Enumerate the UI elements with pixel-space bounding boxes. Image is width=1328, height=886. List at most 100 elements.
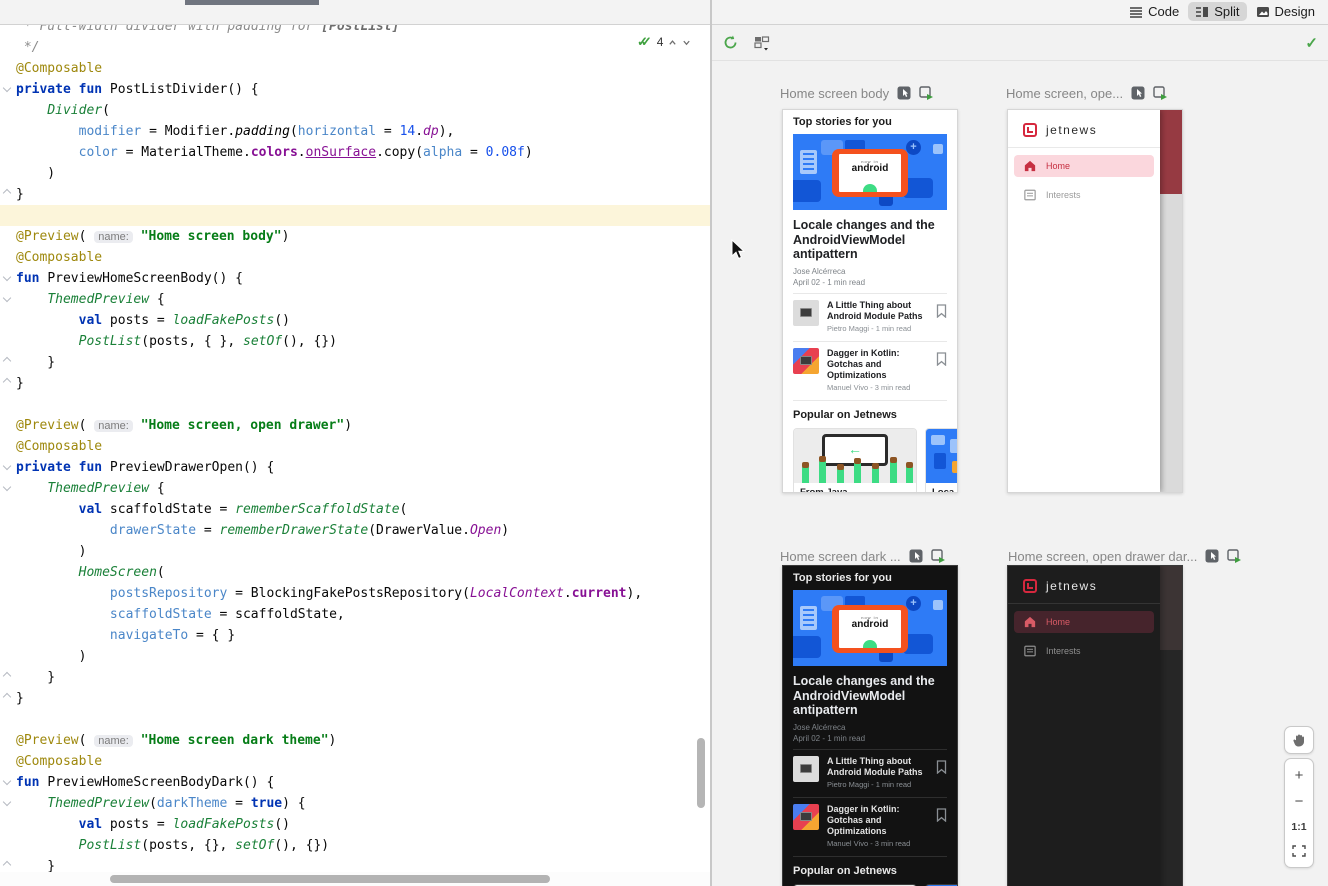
drawer-item-home: Home bbox=[1014, 611, 1154, 633]
refresh-previews-icon[interactable] bbox=[722, 34, 739, 51]
hero-post-meta: April 02 - 1 min read bbox=[793, 734, 947, 743]
preview-header-4: Home screen, open drawer dar... bbox=[1008, 548, 1241, 564]
view-mode-code[interactable]: Code bbox=[1122, 2, 1186, 21]
hero-screen-brand: android bbox=[839, 164, 901, 173]
code-line: fun PreviewHomeScreenBody() { bbox=[0, 268, 710, 289]
code-line: color = MaterialTheme.colors.onSurface.c… bbox=[0, 142, 710, 163]
code-line: postsRepository = BlockingFakePostsRepos… bbox=[0, 583, 710, 604]
code-line: } bbox=[0, 667, 710, 688]
jetnews-logo-text: jetnews bbox=[1046, 123, 1097, 137]
drawer-item-label: Home bbox=[1046, 617, 1070, 627]
code-line: modifier = Modifier.padding(horizontal =… bbox=[0, 121, 710, 142]
phone-shape: now in android bbox=[832, 605, 908, 653]
interactive-mode-icon[interactable] bbox=[897, 86, 911, 100]
editor-horizontal-scrollbar[interactable] bbox=[110, 875, 550, 883]
render-success-icon: ✓ bbox=[1305, 34, 1318, 52]
mouse-cursor bbox=[731, 239, 746, 261]
interactive-mode-icon[interactable] bbox=[1131, 86, 1145, 100]
code-editor[interactable]: * Full-width divider with padding for [P… bbox=[0, 0, 710, 886]
code-line: ThemedPreview { bbox=[0, 478, 710, 499]
phone-shape: now in android bbox=[832, 149, 908, 197]
preview-toolbar: ✓ bbox=[712, 25, 1328, 61]
bubble-shape bbox=[793, 636, 821, 658]
next-problem-icon[interactable] bbox=[682, 38, 691, 47]
square-shape bbox=[933, 600, 943, 610]
zoom-controls: + − 1:1 bbox=[1284, 758, 1314, 868]
code-line: @Preview( name: "Home screen dark theme"… bbox=[0, 730, 710, 751]
drawer-item-label: Interests bbox=[1046, 646, 1081, 656]
feed-list-item: Dagger in Kotlin: Gotchas and Optimizati… bbox=[793, 342, 947, 394]
doc-shape bbox=[800, 150, 817, 174]
view-mode-split[interactable]: Split bbox=[1188, 2, 1246, 21]
preview-thumbnail-drawer[interactable]: jetnews Home Interests bbox=[1007, 565, 1183, 886]
inspections-ok-icon: ✓✓ bbox=[637, 34, 652, 50]
code-line: ) bbox=[0, 541, 710, 562]
design-view-icon bbox=[1256, 5, 1270, 19]
inspection-widget[interactable]: ✓✓ 4 bbox=[637, 34, 691, 50]
hero-screen-brand: android bbox=[839, 620, 901, 629]
home-icon bbox=[1024, 616, 1036, 628]
code-lines: * Full-width divider with padding for [P… bbox=[0, 16, 710, 877]
bubble-shape bbox=[793, 180, 821, 202]
zoom-out-button[interactable]: − bbox=[1295, 795, 1304, 809]
feed-section-popular: Popular on Jetnews bbox=[793, 865, 947, 877]
split-divider[interactable] bbox=[710, 0, 712, 886]
code-line: @Preview( name: "Home screen body") bbox=[0, 226, 710, 247]
code-line: } bbox=[0, 373, 710, 394]
preview-title: Home screen, open drawer dar... bbox=[1008, 549, 1197, 564]
popular-card-illustration: ← bbox=[794, 429, 916, 483]
feed-section-title: Top stories for you bbox=[793, 572, 947, 584]
drawer-item-interests: Interests bbox=[1014, 640, 1154, 662]
navigation-drawer: jetnews Home Interests bbox=[1008, 110, 1160, 492]
post-meta: Manuel Vivo - 3 min read bbox=[827, 383, 928, 392]
interactive-mode-icon[interactable] bbox=[1205, 549, 1219, 563]
code-line: @Composable bbox=[0, 247, 710, 268]
post-title: Dagger in Kotlin: Gotchas and Optimizati… bbox=[827, 804, 928, 837]
interactive-mode-icon[interactable] bbox=[909, 549, 923, 563]
code-line: } bbox=[0, 352, 710, 373]
preview-thumbnail-feed[interactable]: Top stories for you + now in android bbox=[782, 565, 958, 886]
editor-vertical-scrollbar[interactable] bbox=[697, 738, 705, 808]
home-icon bbox=[1024, 160, 1036, 172]
jetnews-logo-icon bbox=[1023, 579, 1037, 593]
preview-thumbnail-feed[interactable]: Top stories for you + now in android bbox=[782, 109, 958, 493]
editor-tab-remnant[interactable] bbox=[185, 0, 319, 5]
post-thumbnail bbox=[793, 348, 819, 374]
popular-card-partial: LocaAndr Jose Al April 0 bbox=[925, 428, 958, 494]
preview-title: Home screen dark ... bbox=[780, 549, 901, 564]
plus-circle-shape: + bbox=[906, 140, 921, 155]
run-preview-icon[interactable] bbox=[919, 86, 933, 100]
preview-thumbnail-drawer[interactable]: jetnews Home Interests bbox=[1007, 109, 1183, 493]
code-line bbox=[0, 394, 710, 415]
code-line: ThemedPreview { bbox=[0, 289, 710, 310]
preview-canvas[interactable]: Home screen body Home screen, ope... Hom… bbox=[712, 61, 1328, 886]
feed-list-item: A Little Thing about Android Module Path… bbox=[793, 294, 947, 335]
view-mode-switcher: Code Split Design bbox=[1122, 2, 1322, 21]
post-meta: Manuel Vivo - 3 min read bbox=[827, 839, 928, 848]
popular-card2-line1: Loca bbox=[932, 487, 954, 494]
run-preview-icon[interactable] bbox=[1227, 549, 1241, 563]
preview-title: Home screen, ope... bbox=[1006, 86, 1123, 101]
code-line: fun PreviewHomeScreenBodyDark() { bbox=[0, 772, 710, 793]
code-line: @Composable bbox=[0, 436, 710, 457]
post-thumbnail bbox=[793, 300, 819, 326]
prev-problem-icon[interactable] bbox=[668, 38, 677, 47]
code-line: @Preview( name: "Home screen, open drawe… bbox=[0, 415, 710, 436]
feed-section-title: Top stories for you bbox=[793, 116, 947, 128]
post-thumbnail bbox=[793, 804, 819, 830]
view-mode-label: Split bbox=[1214, 4, 1239, 19]
code-view-icon bbox=[1129, 5, 1143, 19]
view-mode-design[interactable]: Design bbox=[1249, 2, 1322, 21]
pan-tool-button[interactable] bbox=[1284, 726, 1314, 754]
navigation-drawer: jetnews Home Interests bbox=[1008, 566, 1160, 886]
run-preview-icon[interactable] bbox=[1153, 86, 1167, 100]
zoom-one-to-one-button[interactable]: 1:1 bbox=[1291, 821, 1306, 833]
post-thumbnail bbox=[793, 756, 819, 782]
zoom-in-button[interactable]: + bbox=[1295, 769, 1304, 783]
zoom-to-fit-icon[interactable] bbox=[1292, 845, 1306, 857]
run-preview-icon[interactable] bbox=[931, 549, 945, 563]
drawer-item-interests: Interests bbox=[1014, 184, 1154, 206]
grid-layout-icon[interactable] bbox=[753, 34, 772, 51]
jetnews-logo: jetnews bbox=[1008, 110, 1160, 147]
code-line: drawerState = rememberDrawerState(Drawer… bbox=[0, 520, 710, 541]
